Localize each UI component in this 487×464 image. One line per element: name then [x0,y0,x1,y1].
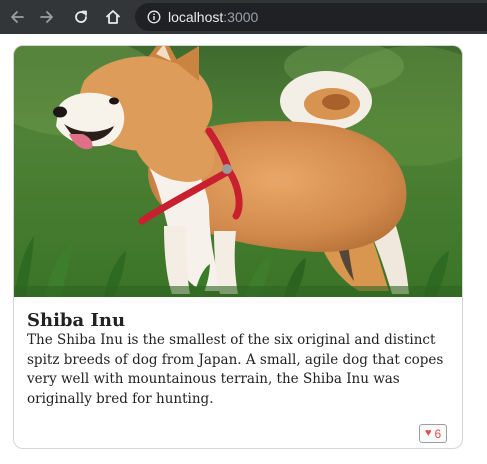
url-port: :3000 [223,9,259,25]
shiba-inu-photo [14,46,462,297]
forward-arrow-icon [40,11,53,23]
address-bar[interactable]: localhost:3000 [135,3,487,31]
back-arrow-icon [11,11,24,23]
reload-icon [75,10,87,23]
card-title: Shiba Inu [27,310,126,331]
back-button[interactable] [7,7,27,27]
forward-button[interactable] [37,7,57,27]
dog-card: Shiba Inu The Shiba Inu is the smallest … [13,45,463,449]
card-description: The Shiba Inu is the smallest of the six… [27,332,444,407]
home-button[interactable] [103,7,123,27]
reload-button[interactable] [71,7,91,27]
url-text[interactable]: localhost:3000 [168,8,258,26]
heart-icon: ♥ [425,427,432,439]
home-icon [106,10,120,24]
browser-toolbar: localhost:3000 [0,0,487,34]
like-button[interactable]: ♥ 6 [419,424,448,443]
info-icon[interactable] [147,10,161,24]
like-count: 6 [434,426,442,441]
url-host: localhost [168,9,224,25]
